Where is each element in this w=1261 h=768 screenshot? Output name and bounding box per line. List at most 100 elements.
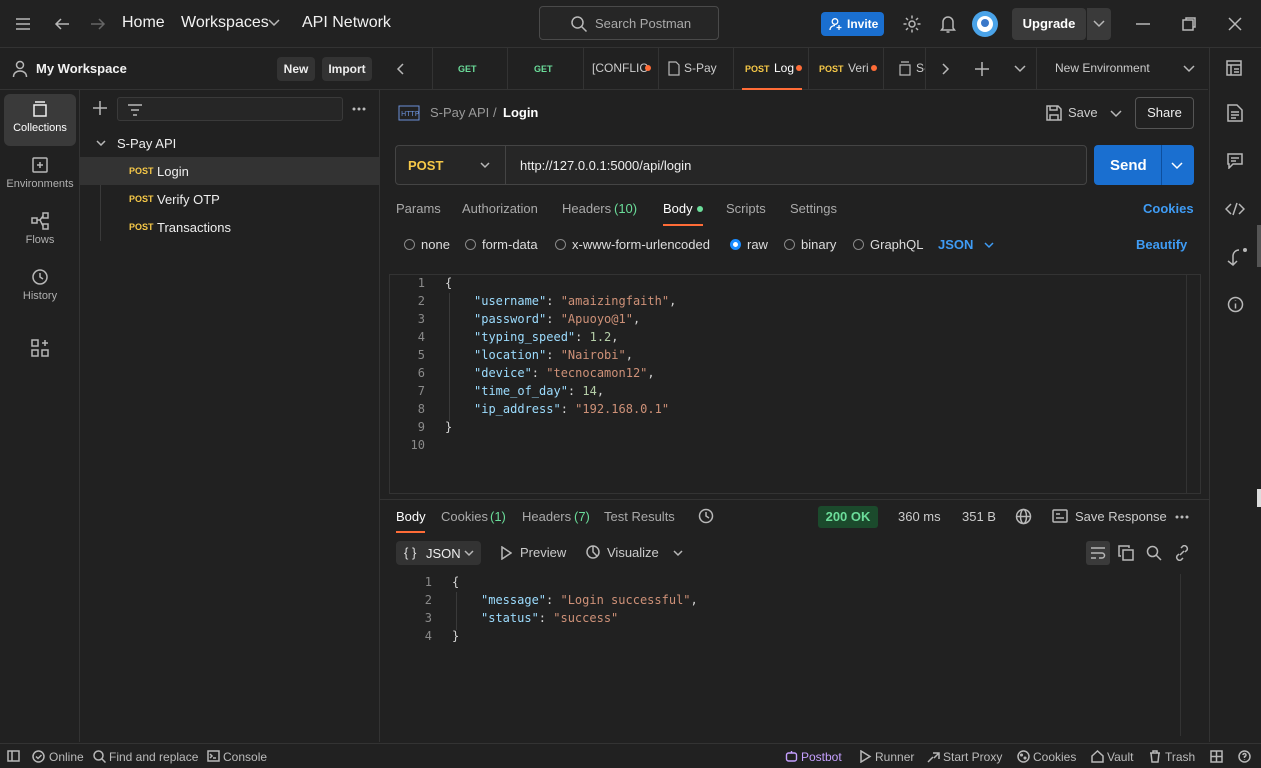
request-title[interactable]: Login xyxy=(503,105,538,120)
close-icon[interactable] xyxy=(1228,17,1242,31)
environment-selector[interactable]: New Environment xyxy=(1036,48,1208,90)
search-icon[interactable] xyxy=(1146,545,1162,561)
rail-item-collections[interactable]: Collections xyxy=(4,94,76,146)
response-tab-body[interactable]: Body xyxy=(396,509,426,524)
body-type-form-data[interactable]: form-data xyxy=(482,237,538,252)
status-badge[interactable]: 200 OK xyxy=(818,506,878,528)
filter-input[interactable] xyxy=(117,97,343,121)
back-arrow-icon[interactable] xyxy=(53,16,71,32)
tab-get-1[interactable]: GET xyxy=(432,48,508,90)
minimize-icon[interactable] xyxy=(1136,23,1150,25)
chevron-down-icon[interactable] xyxy=(673,550,683,557)
menu-icon[interactable] xyxy=(14,17,32,31)
cookies-link[interactable]: Cookies xyxy=(1143,201,1194,216)
find-replace-button[interactable]: Find and replace xyxy=(109,750,198,764)
documentation-icon[interactable] xyxy=(1227,104,1243,122)
preview-button[interactable]: Preview xyxy=(520,545,566,560)
pane-divider[interactable] xyxy=(380,499,1209,500)
request-item-verify-otp[interactable]: POST Verify OTP xyxy=(80,185,379,213)
environment-quick-look-icon[interactable] xyxy=(1226,60,1242,76)
radio-none[interactable] xyxy=(404,239,415,250)
window-scrollbar[interactable] xyxy=(1257,225,1261,267)
forward-arrow-icon[interactable] xyxy=(89,16,107,32)
restore-icon[interactable] xyxy=(1182,17,1196,31)
body-type-urlencoded[interactable]: x-www-form-urlencoded xyxy=(572,237,710,252)
tab-authorization[interactable]: Authorization xyxy=(462,201,538,216)
beautify-link[interactable]: Beautify xyxy=(1136,237,1187,252)
plus-icon[interactable] xyxy=(93,101,107,115)
send-button[interactable]: Send xyxy=(1094,145,1194,185)
help-icon[interactable] xyxy=(1238,750,1251,763)
workspace-name[interactable]: My Workspace xyxy=(36,61,127,76)
radio-form-data[interactable] xyxy=(465,239,476,250)
tab-scripts[interactable]: Scripts xyxy=(726,201,766,216)
console-button[interactable]: Console xyxy=(223,750,267,764)
runner-button[interactable]: Runner xyxy=(875,750,914,764)
link-icon[interactable] xyxy=(1174,545,1190,561)
breadcrumb-parent[interactable]: S-Pay API xyxy=(430,105,489,120)
chevron-down-icon[interactable] xyxy=(984,242,994,249)
tab-s-pay[interactable]: S-Pay xyxy=(659,48,734,90)
nav-workspaces[interactable]: Workspaces xyxy=(181,14,269,32)
postbot-button[interactable]: Postbot xyxy=(801,750,842,764)
info-icon[interactable] xyxy=(1227,296,1244,313)
url-input[interactable]: http://127.0.0.1:5000/api/login xyxy=(520,158,691,173)
nav-api-network[interactable]: API Network xyxy=(302,14,391,32)
layout-icon[interactable] xyxy=(1210,750,1223,763)
related-icon[interactable] xyxy=(1227,248,1249,266)
body-type-raw[interactable]: raw xyxy=(747,237,768,252)
tab-body[interactable]: Body xyxy=(663,201,693,216)
rail-item-flows[interactable]: Flows xyxy=(4,206,76,258)
sidebar-toggle-icon[interactable] xyxy=(7,750,20,762)
chevron-down-icon[interactable] xyxy=(1014,65,1026,73)
response-tab-cookies[interactable]: Cookies xyxy=(441,509,488,524)
tab-s-partial[interactable]: S- xyxy=(884,48,926,90)
body-type-binary[interactable]: binary xyxy=(801,237,836,252)
invite-button[interactable]: Invite xyxy=(821,12,884,36)
tab-post-login[interactable]: POST Log xyxy=(734,48,809,90)
save-button[interactable]: Save xyxy=(1042,97,1126,129)
tab-get-2[interactable]: GET xyxy=(508,48,584,90)
cookies-button[interactable]: Cookies xyxy=(1033,750,1076,764)
import-button[interactable]: Import xyxy=(322,57,372,81)
response-tab-headers[interactable]: Headers xyxy=(522,509,571,524)
body-type-graphql[interactable]: GraphQL xyxy=(870,237,923,252)
chevron-left-icon[interactable] xyxy=(396,63,404,75)
gear-icon[interactable] xyxy=(902,14,922,34)
new-button[interactable]: New xyxy=(277,57,315,81)
share-button[interactable]: Share xyxy=(1135,97,1194,129)
vault-button[interactable]: Vault xyxy=(1107,750,1133,764)
request-item-transactions[interactable]: POST Transactions xyxy=(80,213,379,241)
trash-button[interactable]: Trash xyxy=(1165,750,1195,764)
window-scrollbar-thumb[interactable] xyxy=(1257,489,1261,507)
tab-post-verify[interactable]: POST Veri xyxy=(809,48,884,90)
visualize-button[interactable]: Visualize xyxy=(607,545,659,560)
comments-icon[interactable] xyxy=(1227,153,1243,169)
avatar[interactable] xyxy=(972,11,998,37)
more-options-icon[interactable] xyxy=(1175,515,1189,519)
wrap-lines-button[interactable] xyxy=(1086,541,1110,565)
response-time[interactable]: 360 ms xyxy=(898,509,941,524)
globe-icon[interactable] xyxy=(1015,508,1032,525)
code-icon[interactable] xyxy=(1225,202,1245,216)
tab-params[interactable]: Params xyxy=(396,201,441,216)
upgrade-dropdown[interactable] xyxy=(1087,8,1111,40)
new-tab-plus-icon[interactable] xyxy=(975,62,989,76)
bell-icon[interactable] xyxy=(939,14,957,34)
scrollbar-track[interactable] xyxy=(1186,275,1187,493)
status-online[interactable]: Online xyxy=(49,750,84,764)
response-size[interactable]: 351 B xyxy=(962,509,996,524)
search-input[interactable]: Search Postman xyxy=(539,6,719,40)
response-format-select[interactable]: { } JSON xyxy=(396,541,481,565)
response-tab-test-results[interactable]: Test Results xyxy=(604,509,675,524)
radio-raw[interactable] xyxy=(730,239,741,250)
radio-urlencoded[interactable] xyxy=(555,239,566,250)
save-response-button[interactable]: Save Response xyxy=(1075,509,1167,524)
chevron-down-icon[interactable] xyxy=(268,19,280,27)
tab-conflict[interactable]: [CONFLIC xyxy=(584,48,659,90)
history-icon[interactable] xyxy=(698,508,714,524)
add-apps-icon[interactable] xyxy=(31,339,49,357)
rail-item-environments[interactable]: Environments xyxy=(4,150,76,202)
body-type-none[interactable]: none xyxy=(421,237,450,252)
chevron-down-icon[interactable] xyxy=(1171,162,1183,170)
